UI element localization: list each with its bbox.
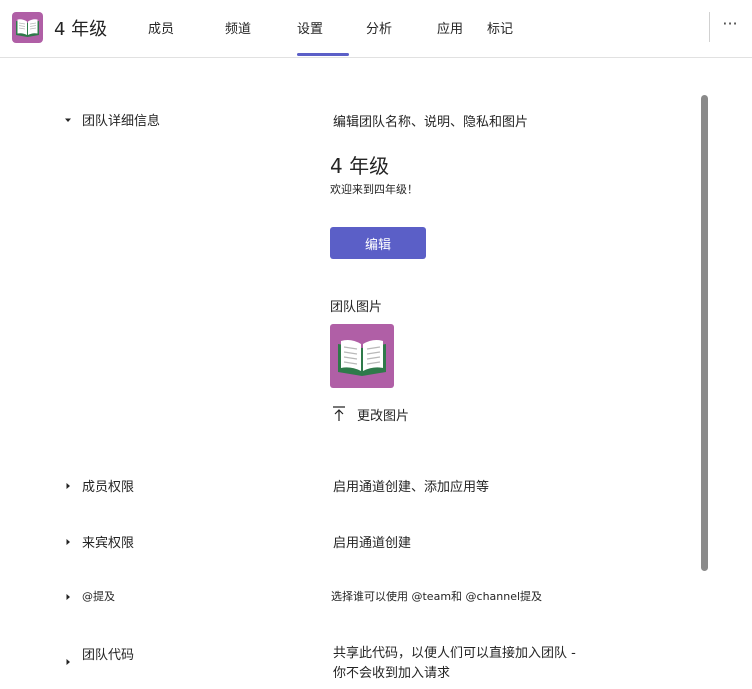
- caret-right-icon: [66, 594, 70, 600]
- team-header: 4 年级 成员 频道 设置 分析 应用 标记 ···: [0, 0, 752, 58]
- team-avatar: [12, 12, 43, 43]
- divider: [709, 12, 710, 42]
- section-description: 选择谁可以使用 @team和 @channel提及: [331, 590, 543, 603]
- description-line: 你不会收到加入请求: [333, 666, 451, 681]
- team-name-display: 4 年级: [330, 154, 390, 178]
- caret-down-icon: [65, 118, 71, 122]
- section-label: @提及: [82, 590, 115, 603]
- caret-right-icon: [66, 539, 70, 545]
- more-options-button[interactable]: ···: [718, 14, 742, 38]
- book-icon: [338, 340, 386, 376]
- arrow-up-icon: [333, 406, 345, 421]
- tab-members[interactable]: 成员: [148, 18, 174, 37]
- team-picture-label: 团队图片: [330, 300, 383, 315]
- tab-channels[interactable]: 频道: [225, 18, 251, 37]
- edit-button[interactable]: 编辑: [330, 227, 426, 259]
- section-description: 编辑团队名称、说明、隐私和图片: [333, 115, 529, 130]
- tab-analytics[interactable]: 分析: [366, 18, 392, 37]
- team-name: 4 年级: [54, 19, 108, 40]
- caret-right-icon: [66, 659, 70, 665]
- caret-right-icon: [66, 483, 70, 489]
- scrollbar-thumb[interactable]: [701, 95, 708, 571]
- team-description: 欢迎来到四年级！: [330, 183, 418, 196]
- tab-apps[interactable]: 应用: [437, 18, 463, 37]
- description-line: 共享此代码，以便人们可以直接加入团队 -: [333, 646, 576, 661]
- section-label: 成员权限: [82, 480, 135, 495]
- section-description: 共享此代码，以便人们可以直接加入团队 - 你不会收到加入请求: [333, 644, 593, 684]
- section-label: 团队详细信息: [82, 114, 161, 129]
- book-icon: [16, 19, 39, 37]
- tab-settings[interactable]: 设置: [297, 18, 323, 37]
- section-description: 启用通道创建: [333, 536, 412, 551]
- more-horizontal-icon: ···: [722, 14, 738, 33]
- change-picture-label: 更改图片: [357, 409, 410, 424]
- section-label: 团队代码: [82, 648, 135, 663]
- team-picture: [330, 324, 394, 388]
- selected-tab-indicator: [297, 53, 349, 56]
- section-description: 启用通道创建、添加应用等: [333, 480, 490, 495]
- tab-tags[interactable]: 标记: [487, 18, 513, 37]
- section-label: 来宾权限: [82, 536, 135, 551]
